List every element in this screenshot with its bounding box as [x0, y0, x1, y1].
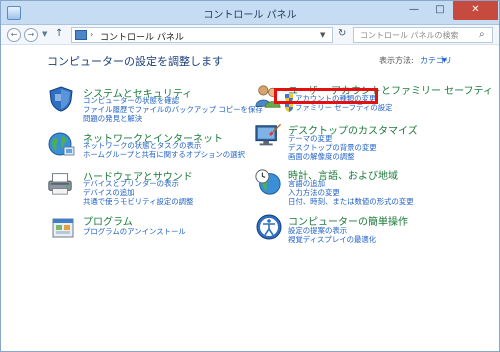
address-dropdown-chevron-icon[interactable]: ▼ [320, 31, 325, 39]
search-input[interactable]: コントロール パネルの検索 ⌕ [353, 27, 493, 43]
view-by-dropdown[interactable]: カテゴリ [420, 55, 452, 66]
view-by-chevron-down-icon[interactable]: ▼ [442, 57, 447, 64]
minimize-button[interactable]: — [401, 1, 427, 20]
close-button[interactable]: ✕ [453, 1, 498, 20]
clock-globe-icon[interactable] [254, 168, 282, 196]
breadcrumb-separator-icon[interactable]: › [90, 30, 93, 39]
link-uninstall-program[interactable]: プログラムのアンインストール [83, 227, 186, 236]
network-globe-icon[interactable] [47, 130, 75, 158]
highlight-box [274, 88, 378, 104]
link-let-windows-suggest-settings[interactable]: 設定の提案の表示 [288, 226, 347, 235]
up-button[interactable]: ↑ [55, 28, 63, 39]
control-panel-path-icon [75, 30, 87, 40]
ease-of-access-icon[interactable] [255, 213, 283, 241]
link-adjust-screen-resolution[interactable]: 画面の解像度の調整 [288, 152, 355, 161]
category-programs[interactable]: プログラム [83, 213, 133, 228]
link-add-device[interactable]: デバイスの追加 [83, 188, 135, 197]
control-panel-window: コントロール パネル — □ ✕ ← → ▼ ↑ › コントロール パネル ▼ … [0, 0, 500, 352]
link-mobility-settings[interactable]: 共通で使うモビリティ設定の調整 [83, 197, 193, 206]
link-file-history-backup[interactable]: ファイル履歴でファイルのバックアップ コピーを保存 [83, 105, 263, 114]
link-optimize-visual-display[interactable]: 視覚ディスプレイの最適化 [288, 235, 376, 244]
link-change-desktop-background[interactable]: デスクトップの背景の変更 [288, 143, 377, 152]
recent-locations-chevron-icon[interactable]: ▼ [42, 30, 47, 38]
link-check-computer-status[interactable]: コンピューターの状態を確認 [83, 96, 179, 105]
link-change-date-time-number-formats[interactable]: 日付、時刻、または数値の形式の変更 [288, 197, 414, 206]
link-network-status-tasks[interactable]: ネットワークの状態とタスクの表示 [83, 141, 201, 150]
link-homegroup-sharing[interactable]: ホームグループと共有に関するオプションの選択 [83, 150, 245, 159]
breadcrumb-control-panel[interactable]: コントロール パネル [100, 30, 184, 43]
back-button[interactable]: ← [7, 28, 21, 42]
maximize-button[interactable]: □ [427, 1, 453, 20]
address-bar: ← → ▼ ↑ › コントロール パネル ▼ ↻ コントロール パネルの検索 ⌕ [1, 25, 499, 45]
link-change-input-methods[interactable]: 入力方法の変更 [288, 188, 340, 197]
breadcrumb[interactable]: › コントロール パネル ▼ [71, 27, 333, 43]
desktop-brush-icon[interactable] [254, 122, 282, 150]
search-placeholder: コントロール パネルの検索 [360, 31, 459, 40]
title-bar[interactable]: コントロール パネル — □ ✕ [1, 1, 499, 25]
programs-icon[interactable] [49, 213, 77, 241]
uac-shield-icon [285, 103, 293, 112]
view-by-label: 表示方法: [379, 56, 414, 65]
link-find-fix-problems[interactable]: 問題の発見と解決 [83, 114, 142, 123]
link-family-safety-settings[interactable]: ファミリー セーフティの設定 [295, 103, 393, 112]
refresh-button[interactable]: ↻ [338, 28, 346, 39]
link-change-theme[interactable]: テーマの変更 [288, 134, 332, 143]
forward-button[interactable]: → [24, 28, 38, 42]
link-add-language[interactable]: 言語の追加 [288, 179, 325, 188]
shield-icon[interactable] [47, 85, 75, 113]
page-title: コンピューターの設定を調整します [47, 55, 223, 68]
search-icon[interactable]: ⌕ [479, 29, 485, 40]
printer-icon[interactable] [46, 168, 74, 196]
link-devices-printers[interactable]: デバイスとプリンターの表示 [83, 179, 179, 188]
